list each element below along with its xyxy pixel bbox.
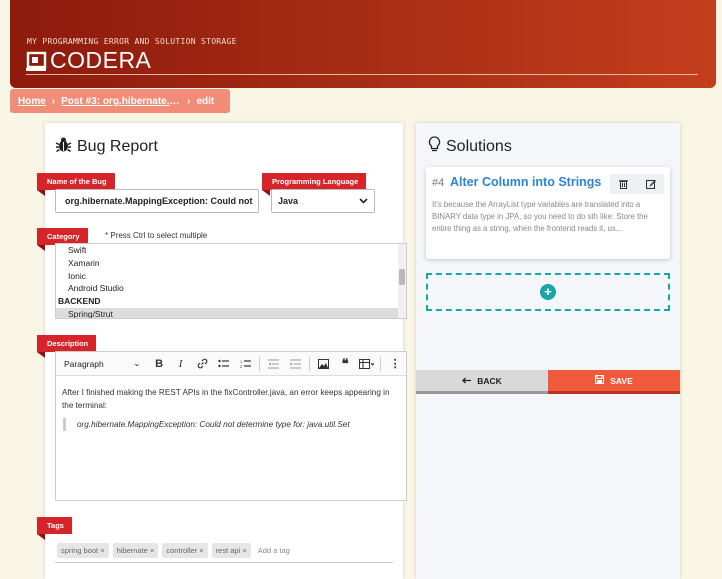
breadcrumb-current: edit [196, 95, 215, 107]
form-actions: BACK SAVE [416, 370, 680, 394]
save-label: SAVE [610, 375, 633, 386]
category-option-selected[interactable]: Spring/Strut [56, 307, 406, 318]
editor-content[interactable]: After I finished making the REST APIs in… [56, 376, 406, 441]
description-label: Description [37, 335, 97, 358]
solution-preview: It's because the ArrayList type variable… [432, 200, 648, 233]
italic-icon[interactable]: I [170, 355, 192, 373]
solutions-heading: Solutions [428, 136, 512, 158]
indent-icon[interactable] [284, 355, 306, 373]
back-button[interactable]: BACK [416, 370, 548, 394]
codera-logo-icon [26, 50, 48, 72]
language-label: Programming Language [262, 173, 367, 196]
breadcrumb-home-link[interactable]: Home [18, 96, 46, 107]
category-option[interactable]: Xamarin [56, 257, 406, 270]
plus-icon: + [540, 284, 556, 300]
toolbar-divider [258, 356, 260, 371]
solution-title-link[interactable]: Alter Column into Strings [450, 175, 601, 189]
edit-icon[interactable] [637, 174, 664, 194]
table-icon[interactable] [356, 355, 378, 373]
listbox-scrollbar[interactable] [398, 244, 406, 318]
tags-input[interactable]: spring boot × hibernate × controller × r… [55, 539, 393, 563]
toolbar-divider [308, 356, 310, 371]
add-solution-button[interactable]: + [426, 273, 670, 311]
bug-report-heading: Bug Report [55, 136, 158, 158]
lightbulb-icon [428, 136, 446, 158]
outdent-icon[interactable] [263, 355, 285, 373]
more-options-icon[interactable]: ⋮ [384, 355, 406, 373]
language-select[interactable]: Java [271, 189, 375, 213]
save-icon [595, 374, 605, 386]
category-option[interactable]: Swift [56, 244, 406, 257]
bold-icon[interactable]: B [148, 355, 170, 373]
site-tagline: MY PROGRAMMING ERROR AND SOLUTION STORAG… [27, 37, 237, 46]
brand-name: CODERA [50, 47, 152, 73]
arrow-left-icon [462, 376, 472, 386]
tag-chip[interactable]: controller × [162, 543, 208, 558]
bug-icon [55, 136, 77, 158]
chevron-right-icon: › [51, 95, 56, 107]
header-divider [26, 74, 698, 75]
solution-card[interactable]: #4 Alter Column into Strings It's becaus… [426, 167, 670, 259]
category-note: * Press Ctrl to select multiple [105, 231, 208, 240]
link-icon[interactable] [191, 355, 213, 373]
category-listbox[interactable]: Swift Xamarin Ionic Android Studio BACKE… [55, 243, 407, 319]
trash-icon[interactable] [610, 174, 637, 194]
scrollbar-thumb[interactable] [399, 269, 405, 285]
chevron-down-icon [359, 196, 368, 206]
description-editor[interactable]: Paragraph ⌄ B I 12 ❝ ⋮ After I finished … [55, 351, 407, 501]
quote-icon[interactable]: ❝ [334, 355, 356, 373]
toolbar-divider [380, 356, 382, 371]
editor-toolbar: Paragraph ⌄ B I 12 ❝ ⋮ [56, 352, 406, 376]
solutions-title: Solutions [446, 138, 512, 155]
paragraph-style-select[interactable]: Paragraph ⌄ [64, 358, 148, 369]
site-logo[interactable]: CODERA [26, 47, 151, 74]
bug-name-input[interactable]: org.hibernate.MappingException: Could no… [55, 189, 259, 213]
tag-chip[interactable]: rest api × [211, 543, 251, 558]
paragraph-style-value: Paragraph [64, 358, 104, 369]
tag-chip[interactable]: spring boot × [57, 543, 109, 558]
solutions-panel: Solutions #4 Alter Column into Strings I… [416, 123, 680, 579]
breadcrumb-post-link[interactable]: Post #3: org.hibernate.MappingException [61, 96, 181, 107]
description-paragraph: After I finished making the REST APIs in… [62, 388, 390, 410]
tag-chip[interactable]: hibernate × [112, 543, 159, 558]
back-label: BACK [477, 375, 502, 386]
description-blockquote: org.hibernate.MappingException: Could no… [63, 418, 400, 431]
solution-number: #4 [432, 177, 445, 189]
category-group-header: BACKEND [58, 296, 101, 307]
svg-text:2: 2 [240, 364, 243, 369]
category-option[interactable]: Ionic [56, 270, 406, 283]
tags-label: Tags [37, 517, 72, 540]
numbered-list-icon[interactable]: 12 [234, 355, 256, 373]
chevron-right-icon: › [187, 95, 191, 107]
add-tag-placeholder[interactable]: Add a tag [258, 546, 290, 555]
bug-report-panel: Bug Report Name of the Bug org.hibernate… [37, 123, 407, 579]
site-header: MY PROGRAMMING ERROR AND SOLUTION STORAG… [10, 0, 716, 88]
breadcrumb: Home › Post #3: org.hibernate.MappingExc… [10, 89, 230, 113]
category-option[interactable]: Android Studio [56, 282, 406, 295]
chevron-down-icon: ⌄ [133, 358, 141, 368]
language-value: Java [278, 196, 299, 206]
save-button[interactable]: SAVE [548, 370, 680, 394]
solution-actions [610, 174, 664, 194]
page-title: Bug Report [77, 138, 158, 155]
bulleted-list-icon[interactable] [213, 355, 235, 373]
image-icon[interactable] [313, 355, 335, 373]
bug-name-label: Name of the Bug [37, 173, 115, 196]
